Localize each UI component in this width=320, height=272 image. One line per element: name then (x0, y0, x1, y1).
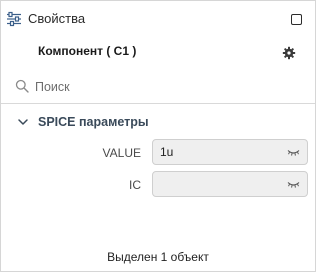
param-value: 1u (160, 145, 174, 159)
param-field-value[interactable]: 1u (152, 139, 308, 165)
search-input[interactable] (35, 77, 295, 97)
search-icon (15, 79, 29, 93)
chevron-down-icon[interactable] (17, 116, 29, 128)
maximize-window-button[interactable] (291, 14, 302, 25)
spice-section-header[interactable]: SPICE параметры (1, 113, 315, 133)
section-title: SPICE параметры (38, 115, 149, 129)
eye-closed-icon[interactable] (287, 149, 300, 157)
selection-status: Выделен 1 объект (107, 250, 209, 264)
gear-icon[interactable] (282, 46, 296, 60)
component-name: Компонент ( C1 ) (38, 44, 137, 58)
component-row: Компонент ( C1 ) (1, 37, 315, 67)
search-bar (1, 71, 315, 104)
param-label-value: VALUE (102, 146, 141, 160)
sliders-icon (7, 11, 21, 27)
panel-title: Свойства (28, 11, 86, 26)
properties-panel: Свойства Компонент ( C1 ) Поиск SPICE па… (0, 0, 316, 272)
eye-closed-icon[interactable] (287, 181, 300, 189)
param-field-ic[interactable] (152, 171, 308, 197)
param-label-ic: IC (129, 178, 141, 192)
panel-header: Свойства (1, 1, 315, 37)
